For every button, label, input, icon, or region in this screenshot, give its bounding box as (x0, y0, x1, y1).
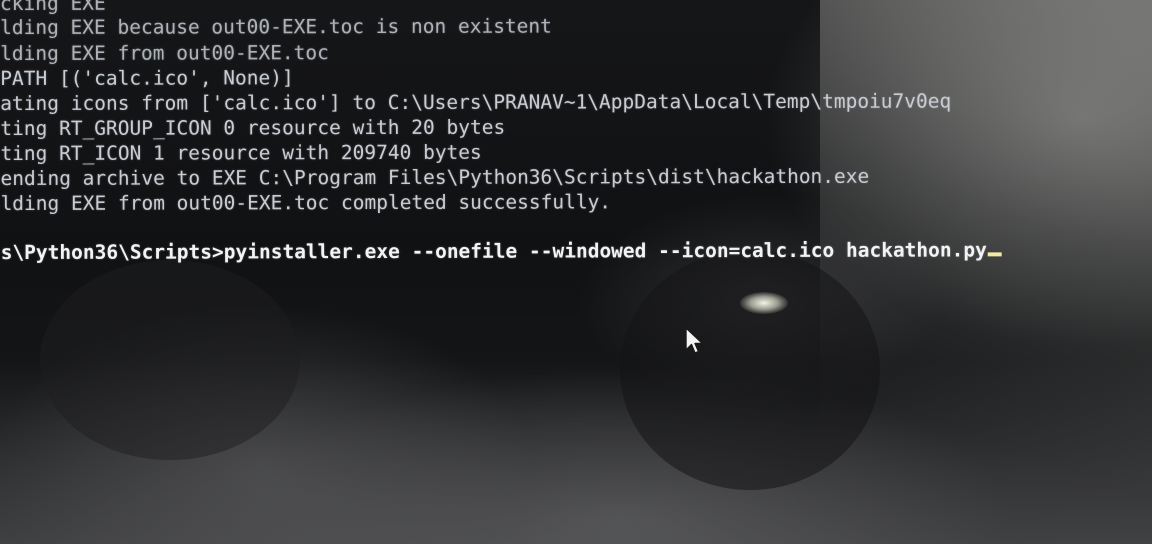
output-line: ting RT_GROUP_ICON 0 resource with 20 by… (0, 115, 506, 140)
output-line: PATH [('calc.ico', None)] (0, 66, 294, 90)
command-text[interactable]: pyinstaller.exe --onefile --windowed --i… (224, 238, 987, 263)
output-line: ating icons from ['calc.ico'] to C:\User… (0, 89, 952, 115)
output-line: ending archive to EXE C:\Program Files\P… (0, 164, 870, 190)
output-line: lding EXE from out00-EXE.toc completed s… (0, 190, 612, 215)
output-line: ting RT_ICON 1 resource with 209740 byte… (0, 140, 482, 165)
output-line: lding EXE from out00-EXE.toc (0, 41, 329, 65)
output-line: lding EXE because out00-EXE.toc is non e… (0, 14, 552, 39)
arrow-pointer-icon (685, 327, 704, 354)
console-window[interactable]: cking EXE lding EXE because out00-EXE.to… (0, 0, 1152, 291)
output-line: cking EXE (0, 0, 106, 15)
light-reflection (740, 292, 788, 314)
command-input-line[interactable]: s\Python36\Scripts>pyinstaller.exe --one… (1, 238, 1002, 265)
screen-glare-bottom (0, 360, 1152, 544)
prompt-path: s\Python36\Scripts> (0, 240, 224, 264)
text-cursor-icon (987, 252, 1002, 257)
terminal-screen-photo: cking EXE lding EXE because out00-EXE.to… (0, 0, 1152, 544)
